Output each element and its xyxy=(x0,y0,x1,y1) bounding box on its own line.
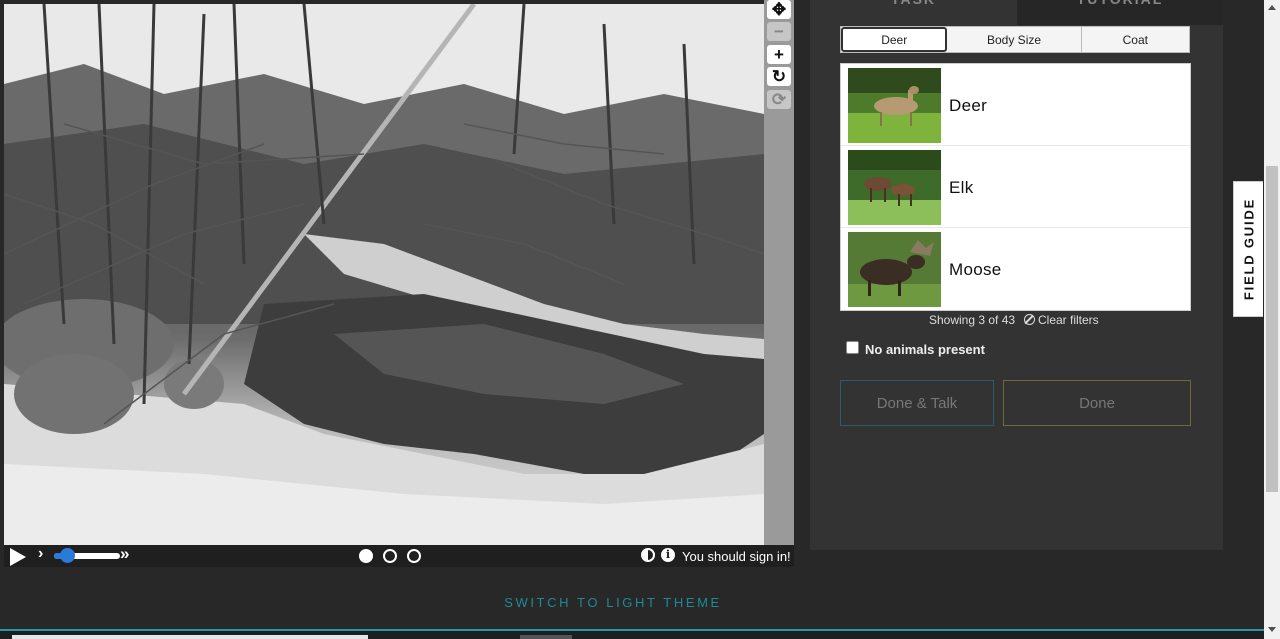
moose-thumbnail xyxy=(848,232,941,307)
filter-deer[interactable]: Deer xyxy=(841,27,948,52)
info-icon[interactable]: i xyxy=(661,548,675,562)
double-chevron-right-icon: » xyxy=(120,544,130,563)
reset-icon[interactable]: ⟳ xyxy=(767,90,791,109)
scroll-up-icon[interactable] xyxy=(1268,5,1276,10)
signin-notice[interactable]: You should sign in! xyxy=(682,549,791,564)
filter-tabs: Deer Body Size Coat xyxy=(840,26,1190,53)
frame-controls: › » i You should sign in! xyxy=(4,544,794,567)
speed-slider-thumb[interactable] xyxy=(60,548,75,563)
filter-body-size[interactable]: Body Size xyxy=(947,27,1082,52)
viewer-toolbar: ✥ − + ↻ ⟳ xyxy=(764,0,794,545)
page-scrollbar[interactable] xyxy=(1264,0,1280,639)
frame-dot-2[interactable] xyxy=(383,549,397,563)
task-tabs: TASK TUTORIAL xyxy=(810,0,1223,25)
classifier-panel: TASK TUTORIAL Deer Body Size Coat Deer xyxy=(810,0,1223,550)
chevron-right-icon: › xyxy=(38,545,44,562)
scroll-down-icon[interactable] xyxy=(1268,627,1276,632)
move-icon[interactable]: ✥ xyxy=(767,0,791,19)
choice-label: Deer xyxy=(949,96,988,115)
field-guide-button[interactable]: FIELD GUIDE xyxy=(1233,181,1263,317)
no-animals-checkbox[interactable] xyxy=(846,341,859,354)
choice-label: Moose xyxy=(949,260,1002,279)
tab-tutorial[interactable]: TUTORIAL xyxy=(1017,0,1223,25)
frame-dots xyxy=(359,549,421,563)
zoom-in-icon[interactable]: + xyxy=(767,45,791,64)
showing-count: Showing 3 of 43 xyxy=(929,313,1016,327)
scroll-thumb[interactable] xyxy=(1266,166,1278,492)
footer-segment xyxy=(12,635,368,639)
choice-label: Elk xyxy=(949,178,974,197)
rotate-icon[interactable]: ↻ xyxy=(767,67,791,86)
elk-thumbnail xyxy=(848,150,941,225)
contrast-icon[interactable] xyxy=(641,548,655,562)
frame-dot-1[interactable] xyxy=(359,549,373,563)
done-and-talk-button[interactable]: Done & Talk xyxy=(840,380,994,426)
clear-filters-icon[interactable] xyxy=(1024,314,1035,325)
filter-coat[interactable]: Coat xyxy=(1082,27,1189,52)
footer-bar xyxy=(0,629,1264,639)
choice-moose[interactable]: Moose xyxy=(841,228,1190,310)
clear-filters-link[interactable]: Clear filters xyxy=(1038,313,1099,327)
no-animals-label[interactable]: No animals present xyxy=(865,342,985,357)
deer-thumbnail xyxy=(848,68,941,143)
field-guide-label: FIELD GUIDE xyxy=(1241,197,1256,301)
frame-dot-3[interactable] xyxy=(407,549,421,563)
play-icon[interactable] xyxy=(10,548,26,566)
tab-task[interactable]: TASK xyxy=(810,0,1017,25)
choice-deer[interactable]: Deer xyxy=(841,64,1190,146)
zoom-out-icon[interactable]: − xyxy=(767,22,791,41)
subject-image[interactable] xyxy=(4,4,764,545)
footer-segment xyxy=(520,635,572,639)
done-button[interactable]: Done xyxy=(1003,380,1191,426)
theme-switch-link[interactable]: SWITCH TO LIGHT THEME xyxy=(0,595,1226,610)
species-choices: Deer Elk Moose xyxy=(840,63,1191,311)
choice-elk[interactable]: Elk xyxy=(841,146,1190,228)
